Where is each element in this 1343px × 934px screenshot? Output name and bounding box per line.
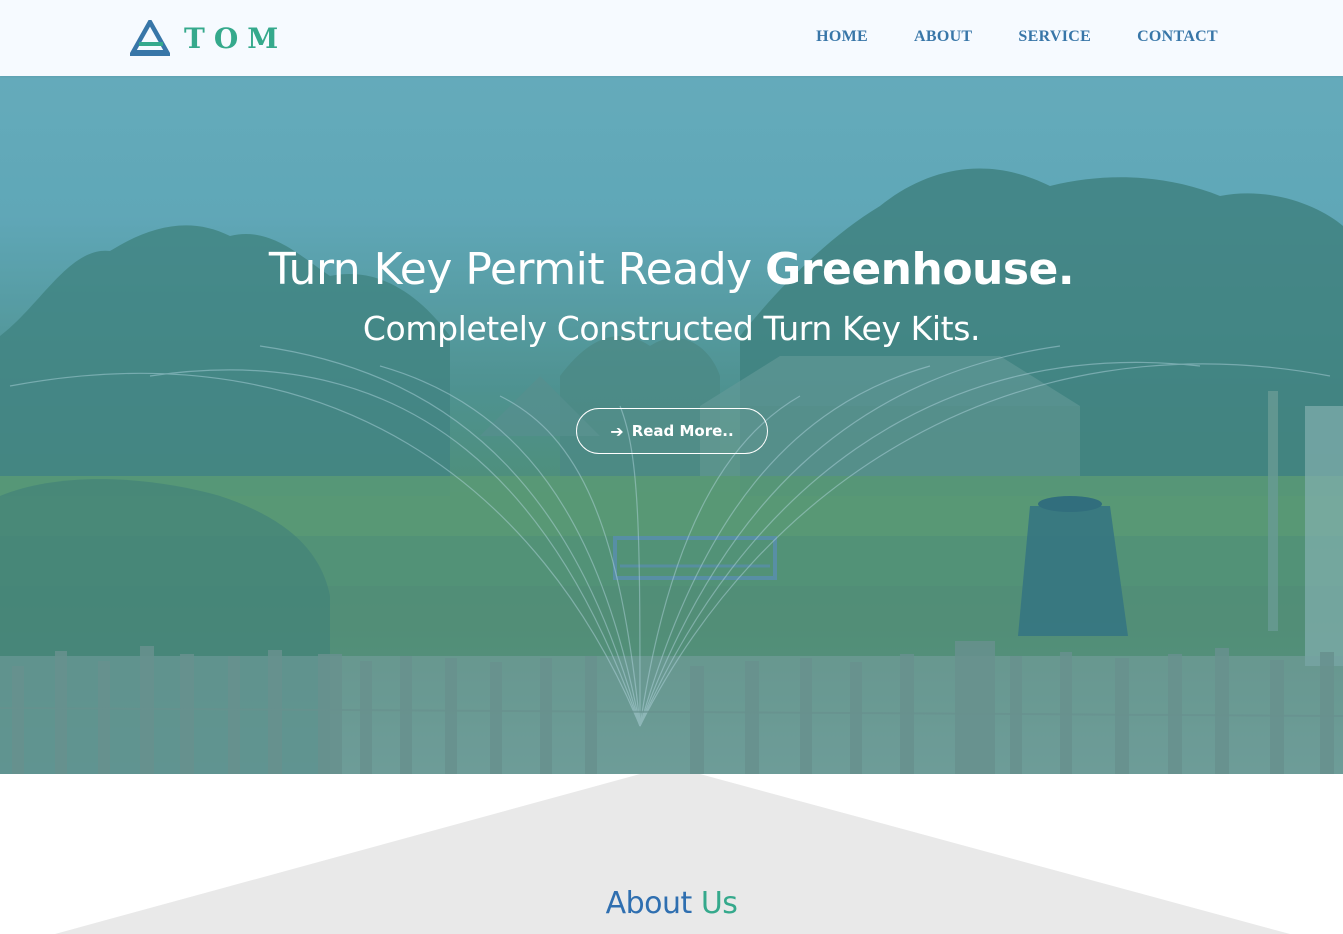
logo-triangle-icon [130, 20, 170, 56]
arrow-right-icon: ➔ [610, 421, 624, 441]
nav-service[interactable]: SERVICE [1018, 28, 1091, 46]
nav-about[interactable]: ABOUT [914, 28, 972, 46]
about-section: About Us [0, 774, 1343, 934]
site-header: TOM HOME ABOUT SERVICE CONTACT [0, 0, 1343, 76]
hero-title: Turn Key Permit Ready Greenhouse. [0, 244, 1343, 295]
hero-section: Turn Key Permit Ready Greenhouse. Comple… [0, 76, 1343, 774]
main-nav: HOME ABOUT SERVICE CONTACT [770, 28, 1218, 46]
nav-home[interactable]: HOME [816, 28, 868, 46]
hero-title-regular: Turn Key Permit Ready [268, 244, 752, 295]
logo-text: TOM [184, 21, 288, 55]
about-title-word2: Us [700, 886, 738, 921]
logo[interactable]: TOM [130, 18, 287, 58]
about-title-word1: About [605, 886, 693, 921]
read-more-label: Read More.. [631, 422, 734, 440]
hero-title-bold: Greenhouse. [765, 244, 1075, 295]
hero-subtitle: Completely Constructed Turn Key Kits. [362, 309, 981, 348]
read-more-button[interactable]: ➔ Read More.. [576, 408, 768, 454]
about-title: About Us [0, 886, 1343, 921]
nav-contact[interactable]: CONTACT [1137, 28, 1218, 46]
